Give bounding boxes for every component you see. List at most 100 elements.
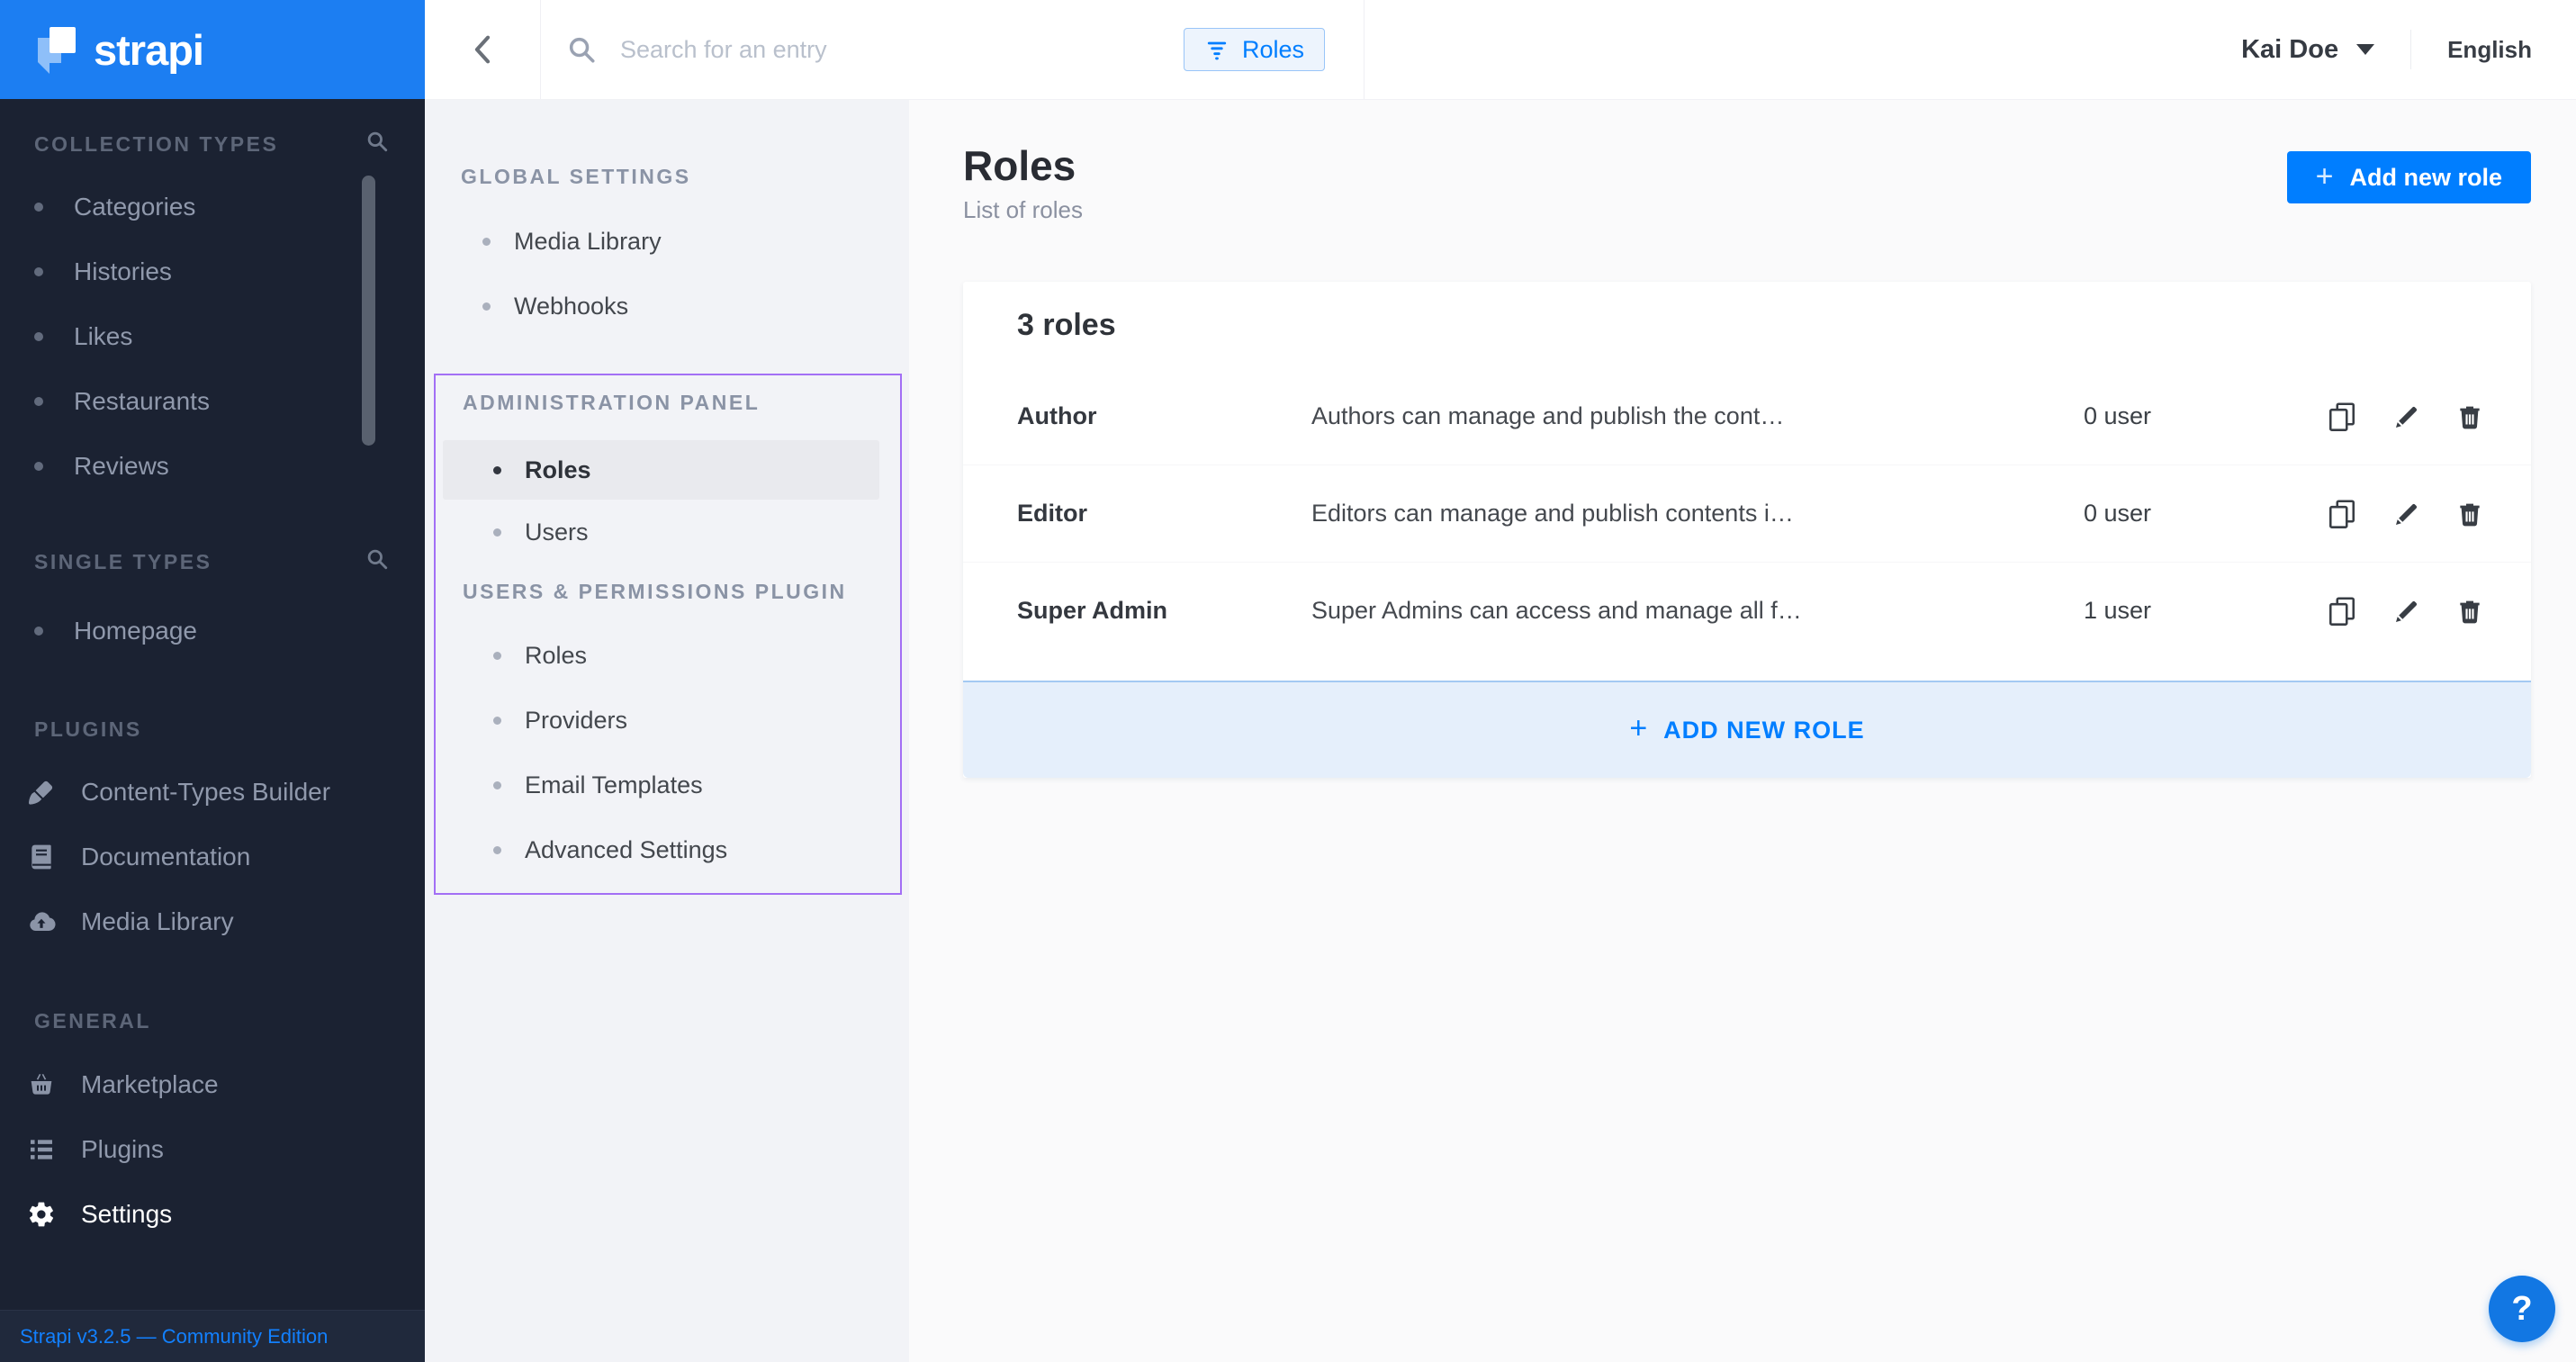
bullet-icon <box>34 267 43 276</box>
role-description: Editors can manage and publish contents … <box>1311 500 2084 528</box>
add-new-role-button[interactable]: + Add new role <box>2287 151 2531 203</box>
bullet-icon <box>493 781 501 789</box>
role-name: Author <box>1017 402 1311 430</box>
table-row-super-admin[interactable]: Super Admin Super Admins can access and … <box>963 562 2531 659</box>
settings-item-providers[interactable]: Providers <box>436 688 900 753</box>
section-collection-types: COLLECTION TYPES <box>0 131 425 157</box>
edit-icon[interactable] <box>2392 497 2421 531</box>
role-user-count: 0 user <box>2084 500 2367 528</box>
delete-icon[interactable] <box>2455 497 2484 531</box>
settings-item-label: Users <box>525 519 589 546</box>
cloud-upload-icon <box>27 907 56 936</box>
edit-icon[interactable] <box>2392 400 2421 434</box>
settings-item-media-library[interactable]: Media Library <box>425 209 909 274</box>
strapi-version-link[interactable]: Strapi v3.2.5 — Community Edition <box>20 1325 328 1348</box>
back-button[interactable] <box>425 0 541 99</box>
sidebar-item-reviews[interactable]: Reviews <box>0 434 425 499</box>
sidebar-item-label: Reviews <box>74 452 169 481</box>
help-button[interactable]: ? <box>2489 1276 2555 1342</box>
row-actions <box>2367 400 2484 434</box>
sidebar-item-label: Media Library <box>81 907 234 936</box>
sidebar-item-label: Homepage <box>74 617 197 645</box>
table-row-author[interactable]: Author Authors can manage and publish th… <box>963 368 2531 465</box>
search-icon <box>566 34 597 65</box>
settings-item-label: Webhooks <box>514 293 628 320</box>
sidebar-item-label: Content-Types Builder <box>81 778 330 807</box>
settings-item-webhooks[interactable]: Webhooks <box>425 274 909 338</box>
sidebar-item-label: Restaurants <box>74 387 210 416</box>
settings-item-label: Roles <box>525 456 591 484</box>
sidebar-item-homepage[interactable]: Homepage <box>0 599 425 663</box>
user-menu[interactable]: Kai Doe <box>2241 35 2374 65</box>
filter-icon <box>1204 37 1229 62</box>
main-sidebar: strapi COLLECTION TYPES Categories Histo… <box>0 0 425 1362</box>
settings-item-email-templates[interactable]: Email Templates <box>436 753 900 817</box>
page-header: Roles List of roles + Add new role <box>909 99 2576 224</box>
bullet-icon <box>34 462 43 471</box>
role-user-count: 0 user <box>2084 402 2367 430</box>
footer-add-label: ADD NEW ROLE <box>1663 717 1865 744</box>
sidebar-item-media-library[interactable]: Media Library <box>0 889 425 954</box>
bullet-icon <box>482 302 491 311</box>
section-single-types: SINGLE TYPES <box>0 549 425 574</box>
sidebar-scrollbar[interactable] <box>362 176 375 446</box>
settings-item-users[interactable]: Users <box>436 500 900 564</box>
strapi-logo-icon <box>36 25 77 74</box>
section-label: COLLECTION TYPES <box>34 132 278 157</box>
plus-icon: + <box>1629 711 1647 746</box>
language-selector[interactable]: English <box>2447 36 2532 64</box>
role-name: Super Admin <box>1017 597 1311 625</box>
role-description: Authors can manage and publish the cont… <box>1311 402 2084 430</box>
settings-section-global: GLOBAL SETTINGS <box>425 164 909 189</box>
section-plugins: PLUGINS <box>0 717 425 742</box>
settings-item-roles-admin[interactable]: Roles <box>443 440 879 500</box>
sidebar-item-label: Settings <box>81 1200 172 1229</box>
search-filter-chip[interactable]: Roles <box>1184 28 1325 71</box>
rows-gap <box>963 659 2531 681</box>
table-row-editor[interactable]: Editor Editors can manage and publish co… <box>963 465 2531 562</box>
settings-highlight-box: ADMINISTRATION PANEL Roles Users USERS &… <box>434 374 902 895</box>
user-name: Kai Doe <box>2241 35 2338 65</box>
bullet-icon <box>34 332 43 341</box>
chevron-left-icon <box>469 34 496 65</box>
bullet-icon <box>493 717 501 725</box>
bullet-icon <box>493 466 501 474</box>
roles-card: 3 roles Author Authors can manage and pu… <box>963 282 2531 778</box>
row-actions <box>2367 497 2484 531</box>
search-bar: Roles <box>541 0 1365 99</box>
sidebar-item-label: Marketplace <box>81 1070 219 1099</box>
duplicate-icon[interactable] <box>2326 400 2358 434</box>
sidebar-item-plugins[interactable]: Plugins <box>0 1117 425 1182</box>
strapi-logo-text: strapi <box>94 29 203 71</box>
bullet-icon <box>493 652 501 660</box>
collection-search-icon[interactable] <box>365 130 389 158</box>
delete-icon[interactable] <box>2455 400 2484 434</box>
topbar: Roles Kai Doe English <box>425 0 2576 100</box>
duplicate-icon[interactable] <box>2326 594 2358 628</box>
single-types-search-icon[interactable] <box>365 547 389 576</box>
section-label: SINGLE TYPES <box>34 550 212 574</box>
edit-icon[interactable] <box>2392 594 2421 628</box>
settings-section-users-permissions: USERS & PERMISSIONS PLUGIN <box>436 579 900 604</box>
sidebar-item-content-types-builder[interactable]: Content-Types Builder <box>0 760 425 825</box>
general-list: Marketplace Plugins Settings <box>0 1052 425 1247</box>
plugins-list: Content-Types Builder Documentation Medi… <box>0 760 425 954</box>
settings-item-label: Media Library <box>514 228 662 256</box>
sidebar-item-documentation[interactable]: Documentation <box>0 825 425 889</box>
sidebar-item-label: Likes <box>74 322 132 351</box>
section-label: PLUGINS <box>34 717 142 742</box>
sidebar-item-marketplace[interactable]: Marketplace <box>0 1052 425 1117</box>
filter-chip-label: Roles <box>1242 36 1304 64</box>
duplicate-icon[interactable] <box>2326 497 2358 531</box>
delete-icon[interactable] <box>2455 594 2484 628</box>
strapi-logo[interactable]: strapi <box>0 0 425 99</box>
add-new-role-footer-button[interactable]: + ADD NEW ROLE <box>963 681 2531 778</box>
sidebar-item-settings[interactable]: Settings <box>0 1182 425 1247</box>
settings-item-advanced-settings[interactable]: Advanced Settings <box>436 817 900 882</box>
search-input[interactable] <box>618 35 1184 65</box>
settings-item-roles-plugin[interactable]: Roles <box>436 623 900 688</box>
single-types-list: Homepage <box>0 599 425 663</box>
settings-item-label: Email Templates <box>525 771 703 799</box>
settings-nav: GLOBAL SETTINGS Media Library Webhooks A… <box>425 99 909 1362</box>
add-new-role-label: Add new role <box>2349 164 2502 192</box>
